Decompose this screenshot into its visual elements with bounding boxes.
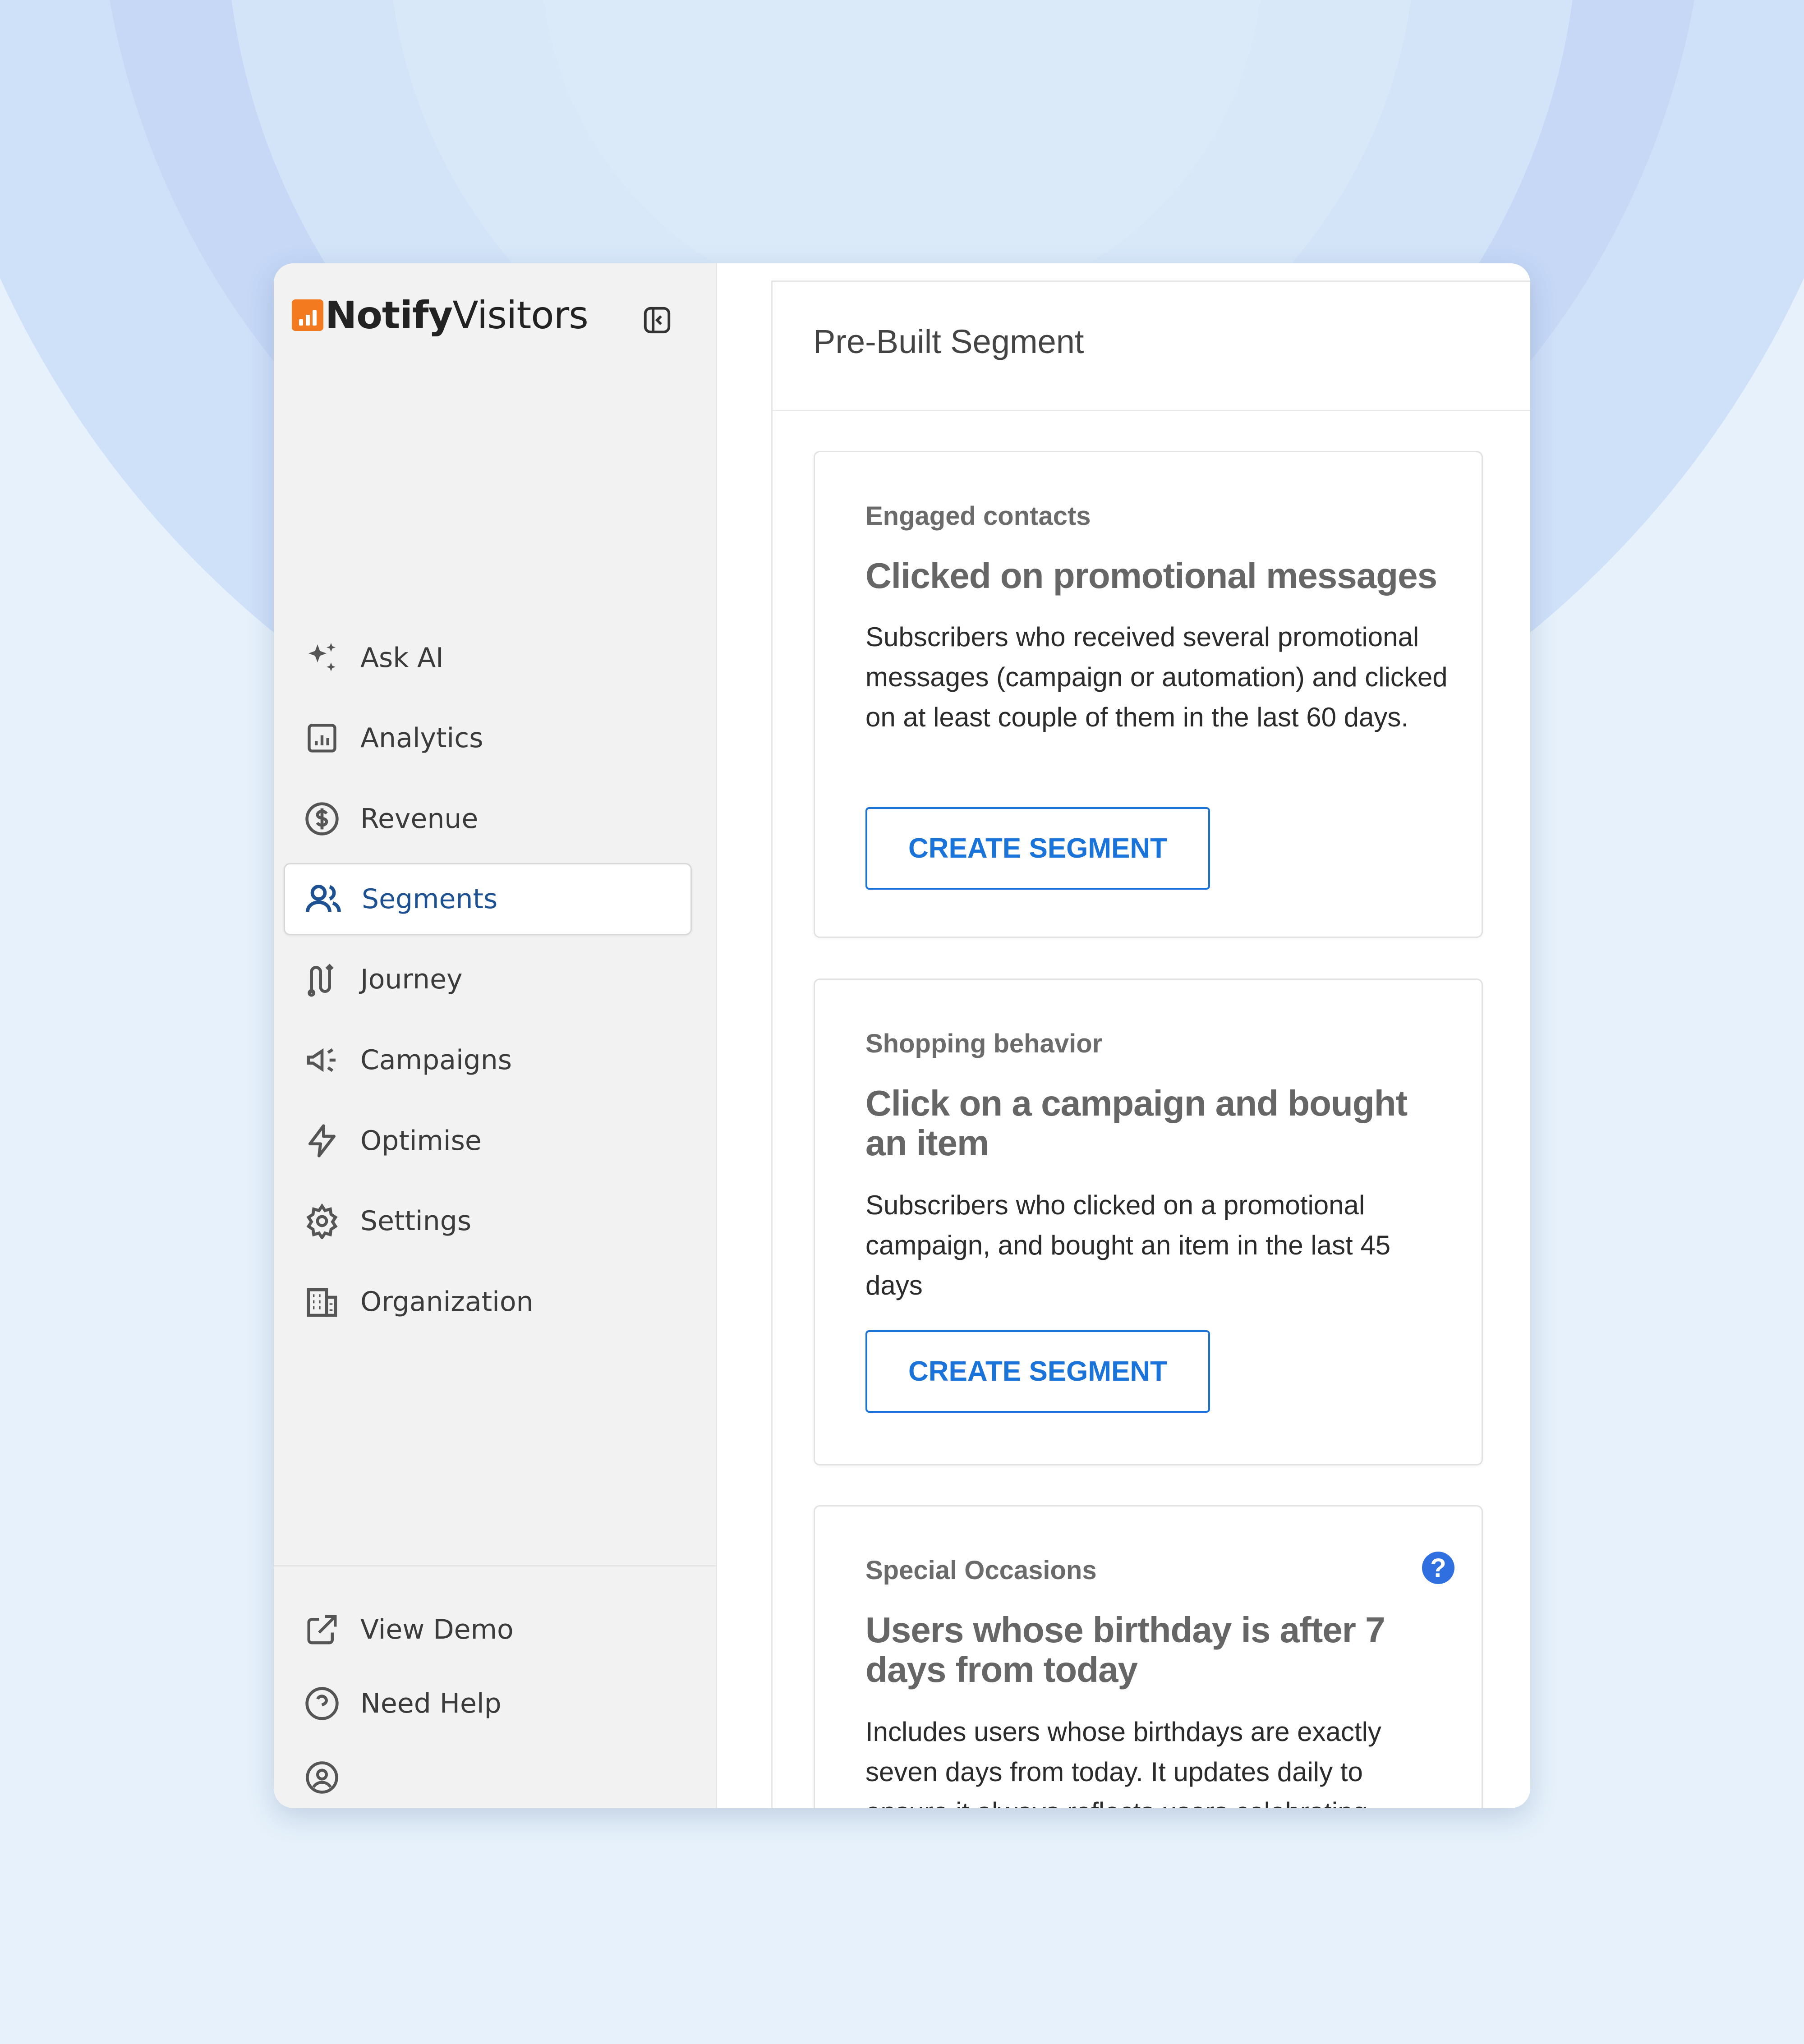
segment-card: Engaged contacts Clicked on promotional … [814,451,1483,938]
card-description: Subscribers who clicked on a promotional… [865,1190,1391,1300]
dollar-circle-icon [302,799,342,839]
route-icon [302,959,342,1000]
sidebar-toggle-icon [644,307,671,334]
card-description: Subscribers who received several promoti… [865,622,1448,732]
help-icon[interactable]: ? [1422,1552,1454,1584]
sidebar-item-profile[interactable] [284,1741,692,1808]
sidebar-item-journey[interactable]: Journey [284,943,692,1015]
card-category: Shopping behavior [865,1029,1103,1058]
sidebar-item-label: Segments [362,883,498,915]
card-title: Click on a campaign and bought an item [865,1083,1408,1163]
brand-logo-icon [292,299,323,331]
app-window: NotifyVisitors Ask AI Analytics Revenue … [274,263,1530,1808]
lightning-icon [302,1121,342,1161]
gear-icon [302,1201,342,1241]
create-segment-button[interactable]: CREATE SEGMENT [865,1330,1210,1413]
external-link-icon [302,1609,342,1650]
sidebar-item-need-help[interactable]: Need Help [284,1667,692,1740]
sidebar-item-campaigns[interactable]: Campaigns [284,1024,692,1096]
sidebar-item-label: Campaigns [360,1044,512,1076]
brand-name-bold: Notify [325,293,453,337]
sidebar-item-label: Organization [360,1286,534,1318]
card-category: Engaged contacts [865,501,1091,531]
sidebar-item-view-demo[interactable]: View Demo [284,1594,692,1666]
card-description: Includes users whose birthdays are exact… [865,1717,1381,1808]
sidebar: NotifyVisitors Ask AI Analytics Revenue … [274,263,717,1808]
sidebar-item-label: Journey [360,964,463,995]
panel-header: Pre-Built Segment [773,282,1530,411]
sparkles-icon [302,638,342,678]
create-segment-button[interactable]: CREATE SEGMENT [865,807,1210,890]
bar-chart-icon [302,718,342,758]
card-category: Special Occasions [865,1556,1097,1585]
building-icon [302,1282,342,1322]
brand-name: NotifyVisitors [325,293,589,337]
sidebar-collapse-button[interactable] [639,302,675,338]
page-title: Pre-Built Segment [813,323,1084,360]
user-circle-icon [302,1757,342,1798]
sidebar-item-segments[interactable]: Segments [284,863,692,935]
segment-card: Special Occasions ? Users whose birthday… [814,1505,1483,1808]
divider [274,1565,717,1566]
question-circle-icon [302,1683,342,1724]
segments-panel: Pre-Built Segment Engaged contacts Click… [771,280,1530,1808]
sidebar-item-label: Ask AI [360,642,444,674]
sidebar-item-label: Optimise [360,1125,482,1157]
sidebar-item-label: Analytics [360,722,483,754]
sidebar-item-label: Settings [360,1205,472,1237]
sidebar-item-revenue[interactable]: Revenue [284,783,692,855]
card-title: Clicked on promotional messages [865,556,1437,596]
segment-card: Shopping behavior Click on a campaign an… [814,978,1483,1465]
brand-name-light: Visitors [452,293,589,337]
sidebar-item-optimise[interactable]: Optimise [284,1105,692,1177]
sidebar-item-settings[interactable]: Settings [284,1185,692,1257]
sidebar-item-analytics[interactable]: Analytics [284,702,692,774]
main-content: Pre-Built Segment Engaged contacts Click… [717,263,1530,1808]
sidebar-item-organization[interactable]: Organization [284,1266,692,1338]
sidebar-item-label: View Demo [360,1614,514,1645]
brand[interactable]: NotifyVisitors [292,290,589,340]
sidebar-item-ask-ai[interactable]: Ask AI [284,622,692,694]
users-icon [303,879,344,919]
sidebar-item-label: Need Help [360,1688,502,1719]
sidebar-item-label: Revenue [360,803,479,835]
megaphone-icon [302,1040,342,1080]
card-title: Users whose birthday is after 7 days fro… [865,1610,1385,1690]
